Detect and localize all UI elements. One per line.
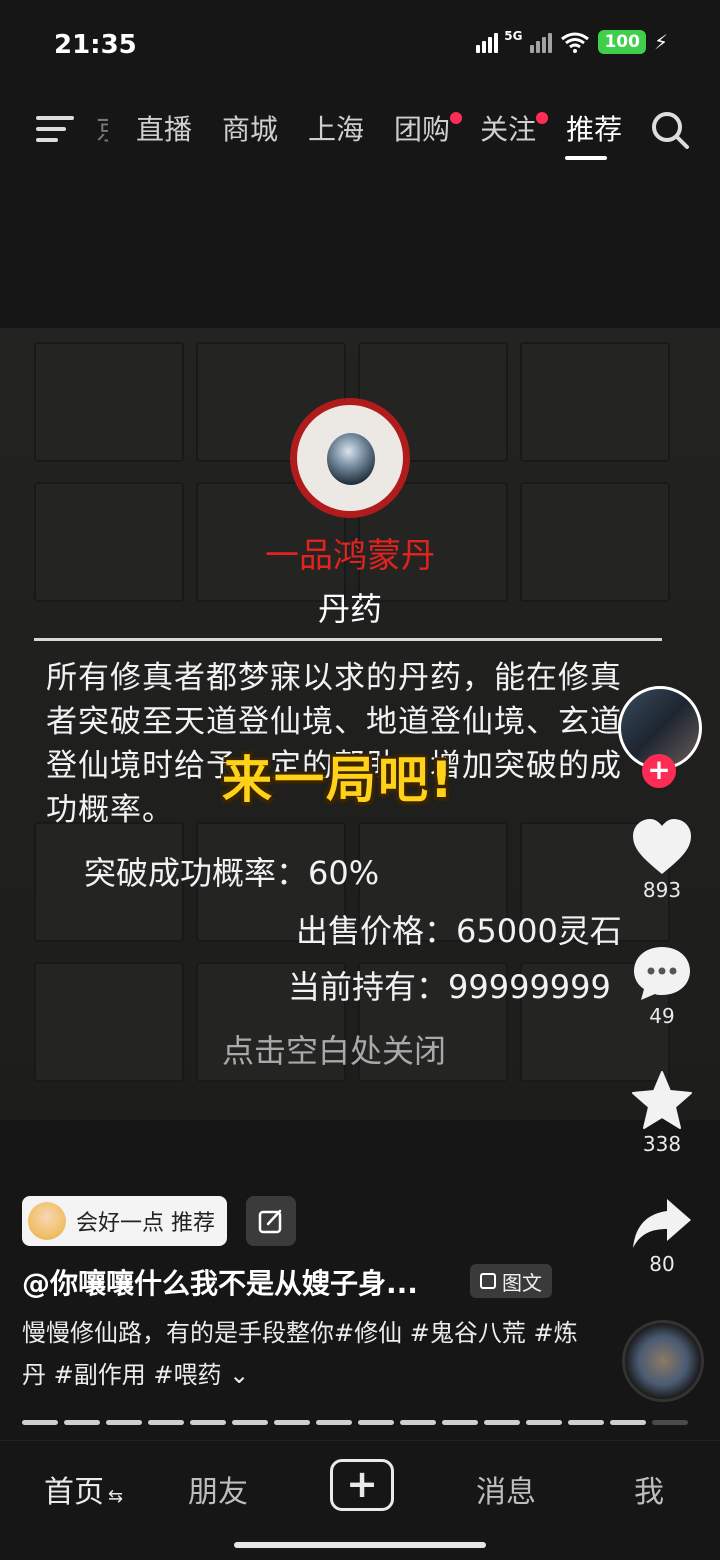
cell-signal-2-icon [530,31,553,53]
favorite-count: 338 [642,1132,682,1156]
nav-me[interactable]: 我 [634,1467,664,1511]
nav-home[interactable]: 首页 ⇆ [44,1467,123,1511]
status-bar: 21:35 5G 100 ⚡ [0,0,720,90]
item-name: 一品鸿蒙丹 [265,536,435,576]
comment-count: 49 [649,1004,675,1028]
overlay-caption: 来一局吧! [222,751,455,809]
top-nav: 京 直播 商城 上海 团购 关注 推荐 [0,100,720,164]
pill-icon [290,398,410,518]
current-holding: 当前持有：99999999 [288,968,611,1006]
comment-icon [634,947,690,1000]
success-rate: 突破成功概率：60% [84,854,380,892]
follow-button[interactable]: + [642,754,676,788]
share-icon [633,1199,691,1248]
edit-icon [258,1209,282,1234]
star-icon [632,1071,692,1129]
image-text-icon [480,1273,496,1289]
tab-following[interactable]: 关注 [480,110,549,150]
video-caption[interactable]: 慢慢修仙路，有的是手段整你#修仙 #鬼谷八荒 #炼丹 #副作用 #喂药 ⌄ [22,1312,582,1396]
carousel-progress [22,1420,688,1425]
notification-dot [450,112,463,124]
home-indicator [234,1542,486,1548]
tab-label: 直播 [136,113,193,146]
nav-home-label: 首页 [44,1475,104,1510]
tab-label: 商城 [222,113,279,146]
nav-tabs: 京 直播 商城 上海 团购 关注 推荐 [96,110,652,150]
favorite-button[interactable]: 338 [624,1070,700,1156]
edit-button[interactable] [246,1196,296,1246]
heart-icon [633,819,691,874]
tab-mall[interactable]: 商城 [222,110,278,150]
nav-messages[interactable]: 消息 [476,1467,536,1511]
tab-label: 上海 [308,113,365,146]
divider [34,638,662,641]
like-count: 893 [642,878,682,902]
item-type: 丹药 [317,590,382,628]
status-time: 21:35 [54,30,137,60]
wifi-icon [561,32,590,53]
recommend-tag-chip[interactable]: 会好一点 推荐 [22,1196,227,1246]
tab-live[interactable]: 直播 [136,110,192,150]
charging-icon: ⚡ [653,30,668,54]
chip-avatar [28,1202,66,1240]
status-icons: 5G 100 ⚡ [476,29,668,54]
search-icon[interactable] [650,110,690,150]
post-type-badge: 图文 [470,1264,552,1298]
comment-button[interactable]: 49 [624,944,700,1028]
sell-price: 出售价格：65000灵石 [296,912,622,950]
menu-icon[interactable] [36,114,74,144]
badge-label: 图文 [502,1270,542,1295]
notification-dot [536,112,549,124]
tab-label: 推荐 [566,113,623,146]
cell-signal-icon [476,31,499,53]
plus-icon[interactable]: + [330,1459,394,1511]
share-count: 80 [649,1252,675,1276]
active-tab-underline [565,156,607,160]
chip-label: 会好一点 推荐 [76,1211,215,1236]
battery-indicator: 100 [598,30,646,54]
like-button[interactable]: 893 [624,818,700,902]
tab-label: 团购 [394,113,451,146]
share-button[interactable]: 80 [624,1196,700,1276]
tab-shanghai[interactable]: 上海 [308,110,364,150]
video-title[interactable]: @你嚷嚷什么我不是从嫂子身... [22,1262,418,1302]
tab-recommended[interactable]: 推荐 [566,110,622,150]
music-disc[interactable] [622,1320,704,1402]
close-hint[interactable]: 点击空白处关闭 [222,1026,446,1072]
nav-friends[interactable]: 朋友 [188,1467,248,1511]
tab-label: 关注 [480,113,537,146]
tab-group-buy[interactable]: 团购 [394,110,463,150]
tab-cut[interactable]: 京 [96,110,108,150]
refresh-icon: ⇆ [108,1486,124,1507]
network-label: 5G [504,29,523,43]
